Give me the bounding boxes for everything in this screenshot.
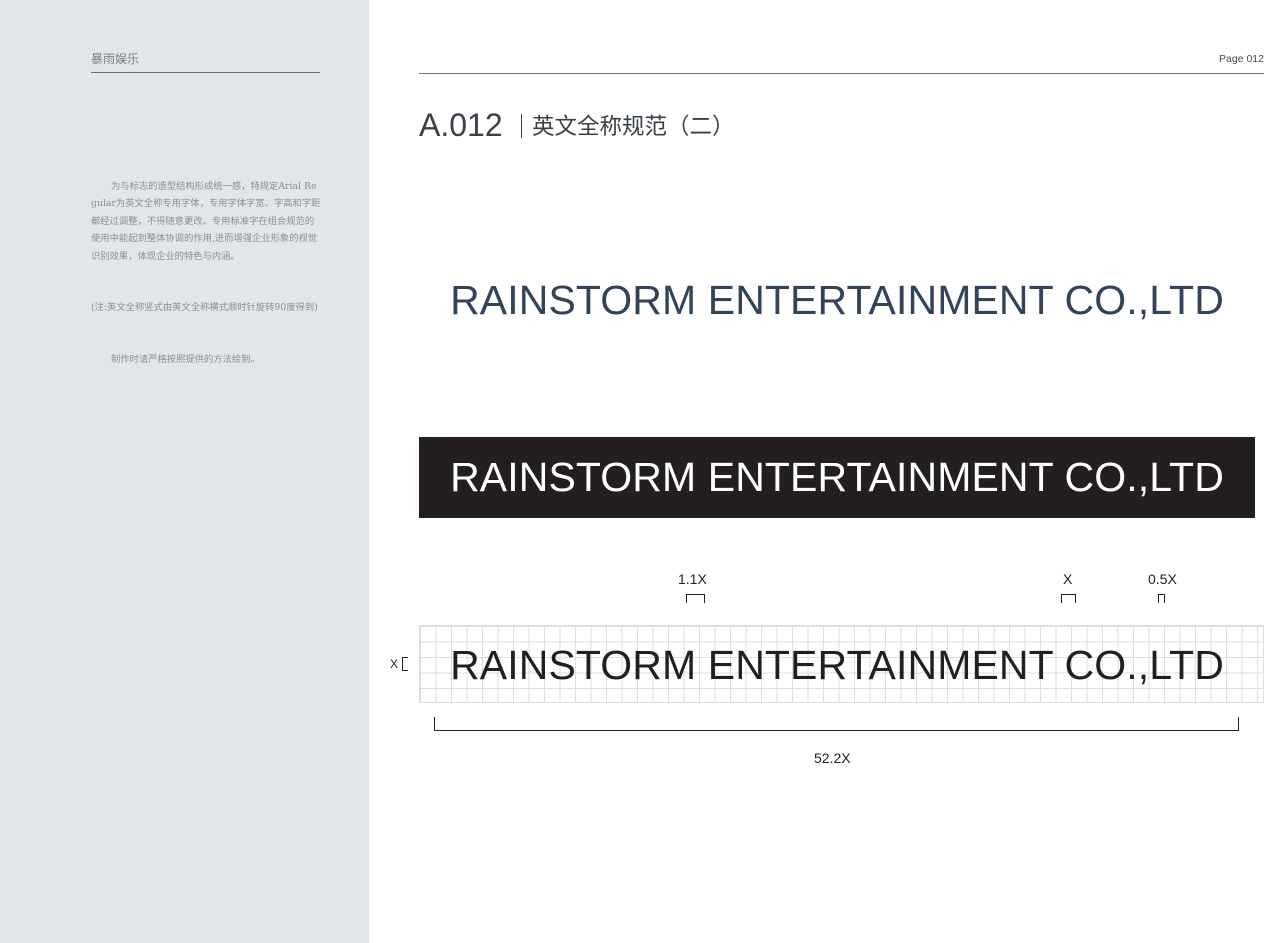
brand-divider xyxy=(91,72,320,73)
word-spacing-bracket xyxy=(1061,594,1076,603)
section-title: 英文全称规范（二） xyxy=(532,114,735,140)
char-gap-label: 0.5X xyxy=(1148,571,1177,587)
logo-wordmark-reverse: RAINSTORM ENTERTAINMENT CO.,LTD xyxy=(450,454,1224,500)
sidebar: 暴雨娱乐 为与标志的造型结构形成统一感，特规定Arial Regular为英文全… xyxy=(0,0,369,943)
height-label: X xyxy=(390,657,399,671)
section-separator xyxy=(521,114,522,138)
logo-wordmark-grid: RAINSTORM ENTERTAINMENT CO.,LTD xyxy=(450,642,1224,688)
height-bracket xyxy=(402,657,408,671)
page-number: Page 012 xyxy=(1219,53,1264,65)
letter-spacing-label: 1.1X xyxy=(678,571,707,587)
logo-wordmark-color: RAINSTORM ENTERTAINMENT CO.,LTD xyxy=(450,277,1224,323)
instruction-paragraph: 制作时请严格按照提供的方法绘制。 xyxy=(111,354,260,365)
description-paragraph: 为与标志的造型结构形成统一感，特规定Arial Regular为英文全称专用字体… xyxy=(91,181,321,262)
header-divider xyxy=(419,73,1264,74)
total-width-bracket xyxy=(434,717,1239,731)
char-gap-bracket xyxy=(1158,594,1165,603)
brand-name: 暴雨娱乐 xyxy=(91,52,140,66)
total-width-label: 52.2X xyxy=(814,750,851,766)
word-spacing-label: X xyxy=(1063,571,1073,587)
letter-spacing-bracket xyxy=(686,594,705,603)
note-paragraph: (注:英文全称竖式由英文全称横式顺时针旋转90度得到) xyxy=(91,302,318,313)
section-code: A.012 xyxy=(419,107,503,143)
